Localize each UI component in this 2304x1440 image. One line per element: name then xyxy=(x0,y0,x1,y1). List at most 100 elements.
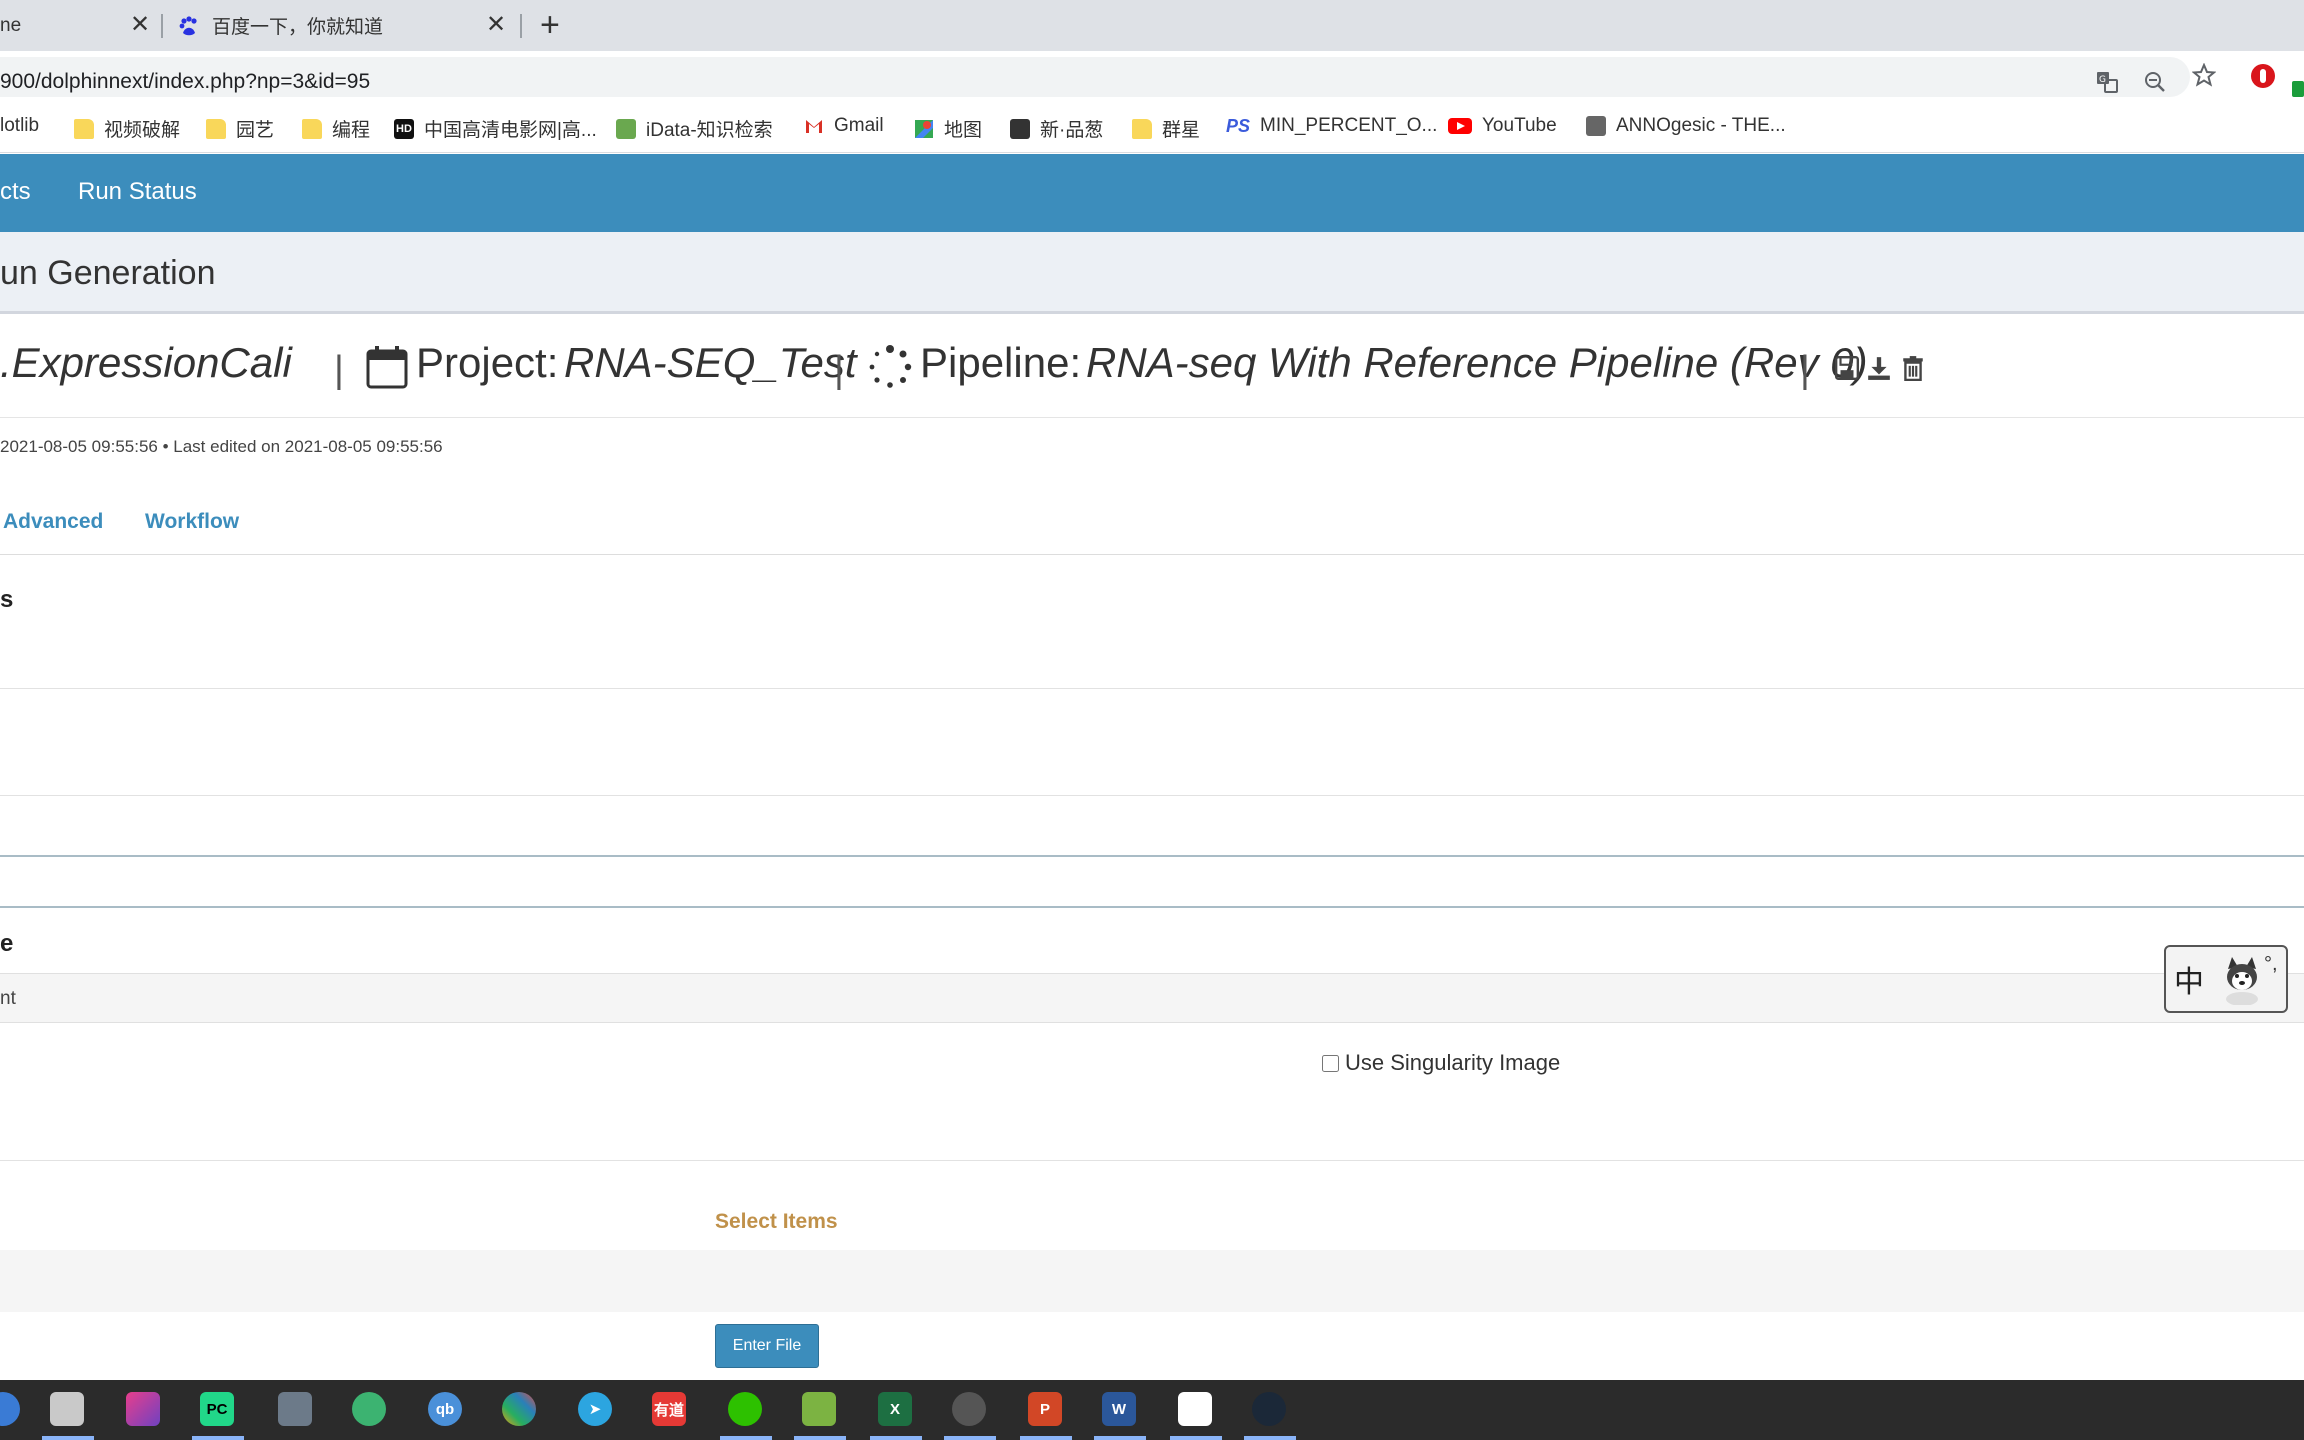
divider xyxy=(0,855,2304,857)
bookmarks-bar: lotlib 视频破解 园艺 编程 HD 中国高清电影网|高... iData-知… xyxy=(0,103,2304,153)
file-manager-icon[interactable] xyxy=(50,1392,84,1426)
tab-workflow[interactable]: Workflow xyxy=(145,510,239,534)
app-icon[interactable] xyxy=(126,1392,160,1426)
project-value[interactable]: RNA-SEQ_Test xyxy=(564,339,857,387)
pycharm-icon[interactable]: PC xyxy=(200,1392,234,1426)
browser-tab-bar: ne ✕ 百度一下，你就知道 ✕ + xyxy=(0,0,2304,51)
ime-chinese-mode[interactable]: 中 xyxy=(2174,957,2204,1001)
youtube-icon xyxy=(1448,118,1472,134)
enter-file-button[interactable]: Enter File xyxy=(715,1324,819,1368)
extension-stop-icon[interactable] xyxy=(2250,63,2276,95)
annogesic-icon xyxy=(1586,116,1606,136)
bookmark-item[interactable]: lotlib xyxy=(0,115,39,137)
wechat-icon[interactable] xyxy=(728,1392,762,1426)
select-items-link[interactable]: Select Items xyxy=(715,1210,838,1234)
baidu-netdisk-icon[interactable] xyxy=(1178,1392,1212,1426)
windows-taskbar: PC qb ➤ 有道 X P W xyxy=(0,1380,2304,1440)
nav-item-run-status[interactable]: Run Status xyxy=(78,178,197,206)
table-area xyxy=(0,1250,2304,1312)
active-indicator xyxy=(1020,1436,1072,1440)
bookmark-item[interactable]: YouTube xyxy=(1448,115,1557,137)
pipeline-value[interactable]: RNA-seq With Reference Pipeline (Rev 0) xyxy=(1086,339,1868,387)
tab-title: ne xyxy=(0,14,22,36)
steam-icon[interactable] xyxy=(1252,1392,1286,1426)
save-icon[interactable] xyxy=(1834,355,1860,381)
qbittorrent-icon[interactable]: qb xyxy=(428,1392,462,1426)
calendar-icon xyxy=(366,346,408,389)
ime-widget[interactable]: 中 °, xyxy=(2164,945,2288,1013)
new-tab-plus-icon[interactable]: + xyxy=(540,6,560,45)
app-icon[interactable] xyxy=(352,1392,386,1426)
telegram-icon[interactable]: ➤ xyxy=(578,1392,612,1426)
content-header: un Generation xyxy=(0,232,2304,314)
maps-icon xyxy=(915,119,933,138)
bookmark-item[interactable]: ANNOgesic - THE... xyxy=(1586,115,1786,137)
project-label: Project: xyxy=(416,339,559,386)
youdao-icon[interactable]: 有道 xyxy=(652,1392,686,1426)
bookmark-item[interactable]: iData-知识检索 xyxy=(616,115,773,142)
run-meta-timestamps: 2021-08-05 09:55:56 • Last edited on 202… xyxy=(0,437,443,456)
bookmark-item[interactable]: HD 中国高清电影网|高... xyxy=(394,115,597,142)
hd-icon: HD xyxy=(394,118,414,139)
tab-divider xyxy=(161,14,163,38)
bookmark-item[interactable]: 地图 xyxy=(914,115,982,142)
url-text[interactable]: 900/dolphinnext/index.php?np=3&id=95 xyxy=(0,70,370,94)
close-icon[interactable]: ✕ xyxy=(486,10,506,39)
run-name[interactable]: .ExpressionCali xyxy=(0,339,302,387)
close-icon[interactable]: ✕ xyxy=(130,10,150,39)
idata-icon xyxy=(616,118,636,139)
separator: | xyxy=(1800,349,1810,391)
recorder-icon[interactable] xyxy=(952,1392,986,1426)
word-icon[interactable]: W xyxy=(1102,1392,1136,1426)
app-icon[interactable] xyxy=(802,1392,836,1426)
run-tabs: Advanced Workflow xyxy=(0,490,2304,555)
use-singularity-checkbox[interactable]: Use Singularity Image xyxy=(1322,1050,1560,1076)
excel-icon[interactable]: X xyxy=(878,1392,912,1426)
spinner-icon xyxy=(869,345,912,388)
database-icon[interactable] xyxy=(278,1392,312,1426)
bookmark-star-icon[interactable] xyxy=(2191,62,2217,93)
download-icon[interactable] xyxy=(1866,355,1892,381)
bookmark-label: 群星 xyxy=(1162,120,1201,141)
bookmark-item[interactable]: Gmail xyxy=(804,115,884,137)
tab-advanced[interactable]: Advanced xyxy=(3,510,103,534)
bookmark-item[interactable]: 新·品葱 xyxy=(1010,115,1103,142)
powerpoint-icon[interactable]: P xyxy=(1028,1392,1062,1426)
browser-app-icon[interactable] xyxy=(0,1392,20,1426)
browser-tab-2[interactable]: 百度一下，你就知道 xyxy=(178,0,508,51)
trash-icon[interactable] xyxy=(1900,355,1926,381)
table-header-row: nt xyxy=(0,973,2304,1023)
checkbox-label: Use Singularity Image xyxy=(1345,1050,1561,1075)
active-indicator xyxy=(944,1436,996,1440)
ime-punct-mode[interactable]: °, xyxy=(2264,953,2278,976)
bookmark-folder[interactable]: 视频破解 xyxy=(74,115,180,142)
app-icon[interactable] xyxy=(502,1392,536,1426)
active-indicator xyxy=(720,1436,772,1440)
bookmark-folder[interactable]: 园艺 xyxy=(206,115,274,142)
zoom-out-icon[interactable] xyxy=(2144,71,2166,99)
bookmark-label: Gmail xyxy=(834,115,884,136)
run-title-bar: .ExpressionCali | Project: RNA-SEQ_Test … xyxy=(0,317,2304,418)
extension-badge-icon[interactable] xyxy=(2292,81,2304,97)
folder-icon xyxy=(74,118,94,139)
folder-icon xyxy=(206,118,226,139)
section-heading: s xyxy=(0,586,14,613)
bookmark-folder[interactable]: 群星 xyxy=(1132,115,1200,142)
bookmark-label: 编程 xyxy=(332,120,371,141)
active-indicator xyxy=(192,1436,244,1440)
omnibox[interactable]: 900/dolphinnext/index.php?np=3&id=95 G xyxy=(0,57,2190,97)
baidu-paw-icon xyxy=(179,15,197,35)
bookmark-label: 视频破解 xyxy=(104,120,181,141)
bookmark-label: 园艺 xyxy=(236,120,275,141)
nav-item-projects[interactable]: cts xyxy=(0,178,31,206)
translate-icon[interactable]: G xyxy=(2096,71,2118,99)
divider xyxy=(0,688,2304,689)
bookmark-item[interactable]: PS MIN_PERCENT_O... xyxy=(1226,115,1437,137)
pincong-icon xyxy=(1010,118,1030,139)
pipeline-label: Pipeline: xyxy=(920,339,1082,386)
bookmark-folder[interactable]: 编程 xyxy=(302,115,370,142)
page-title: un Generation xyxy=(0,254,216,292)
active-indicator xyxy=(1244,1436,1296,1440)
singularity-checkbox-input[interactable] xyxy=(1322,1054,1339,1072)
separator: | xyxy=(334,349,344,391)
